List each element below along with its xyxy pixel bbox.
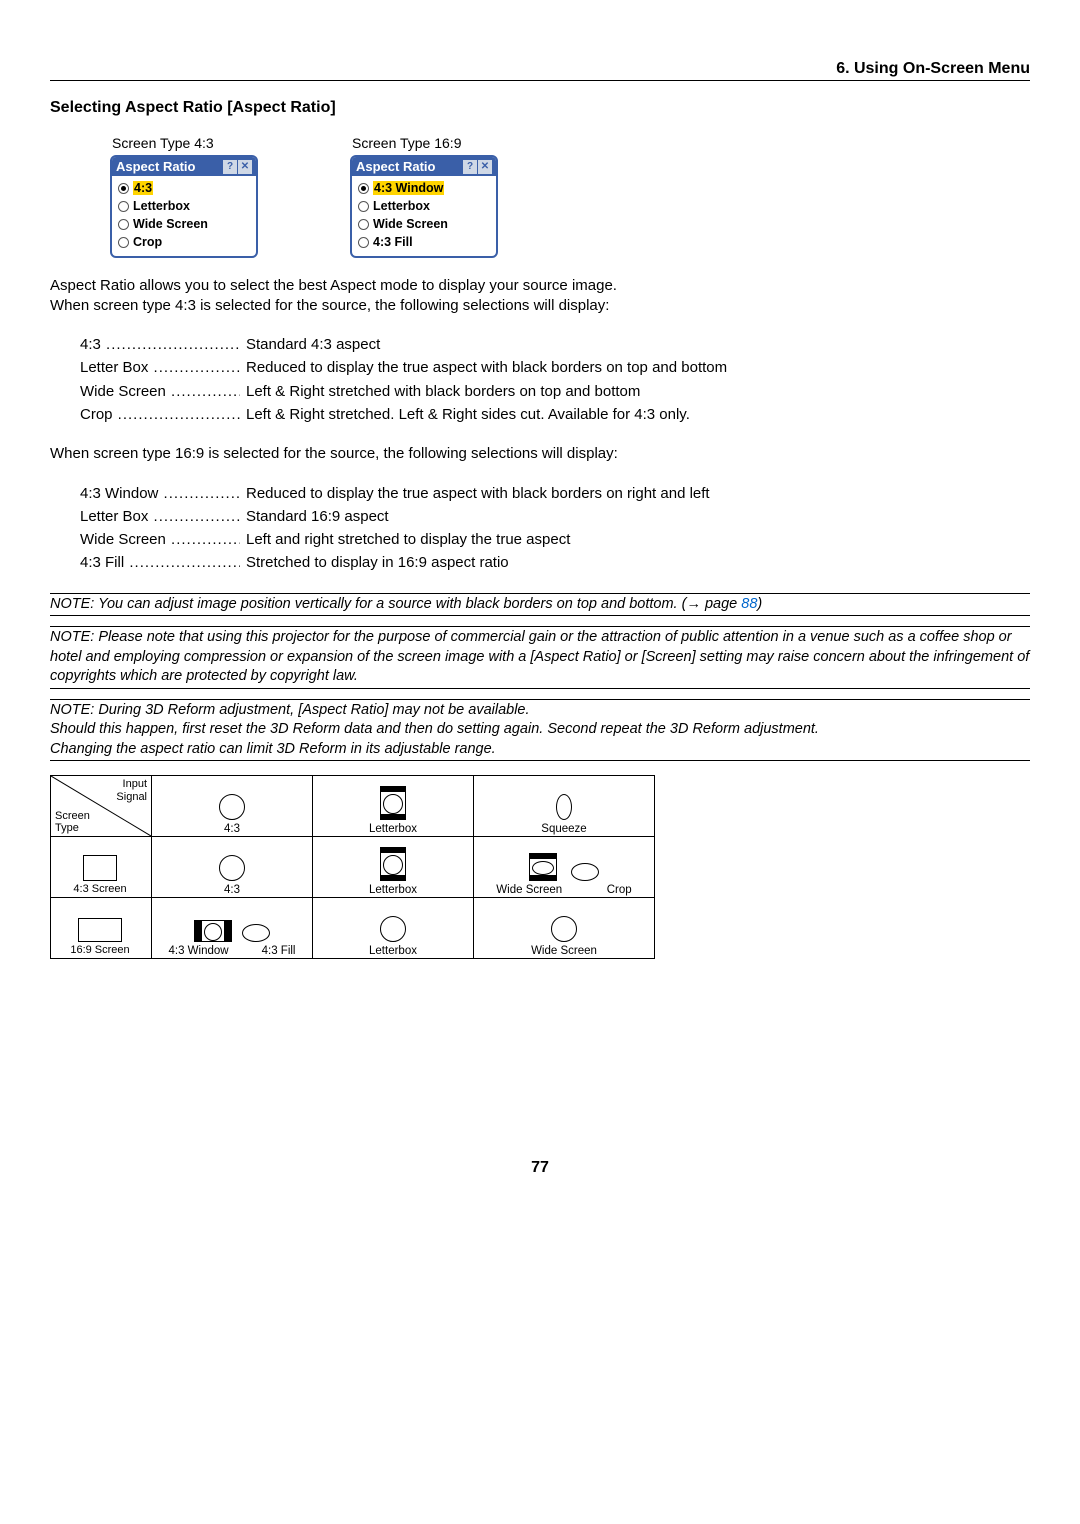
table-cell: Letterbox [313,837,473,897]
section-header: 6. Using On-Screen Menu [50,60,1030,81]
table-cell: 4:3 [152,837,312,897]
intro-text: Aspect Ratio allows you to select the be… [50,276,1030,315]
radio-option[interactable]: Letterbox [118,197,250,215]
radio-option[interactable]: 4:3 [118,179,250,197]
table-cell: Letterbox [313,898,473,958]
table-cell: Wide Screen Crop [474,837,654,897]
dialog-caption-43: Screen Type 4:3 [110,135,280,151]
definitions-169: 4:3 WindowReduced to display the true as… [80,482,1030,575]
close-icon[interactable]: ✕ [238,160,252,174]
col-header: 4:3 [152,776,312,836]
note-1: NOTE: You can adjust image position vert… [50,593,1030,617]
note-2: NOTE: Please note that using this projec… [50,626,1030,689]
page-subheader: Selecting Aspect Ratio [Aspect Ratio] [50,99,1030,117]
page-number: 77 [50,1159,1030,1177]
help-icon[interactable]: ? [223,160,237,174]
aspect-ratio-dialog-169: Aspect Ratio ? ✕ 4:3 Window Letterbox Wi… [350,155,498,258]
help-icon[interactable]: ? [463,160,477,174]
dialog-title-169: Aspect Ratio [356,159,435,174]
radio-option[interactable]: 4:3 Window [358,179,490,197]
close-icon[interactable]: ✕ [478,160,492,174]
note-3: NOTE: During 3D Reform adjustment, [Aspe… [50,699,1030,762]
radio-option[interactable]: Crop [118,233,250,251]
col-header: Squeeze [474,776,654,836]
aspect-ratio-dialogs: Screen Type 4:3 Aspect Ratio ? ✕ 4:3 Let… [110,135,1030,258]
radio-option[interactable]: 4:3 Fill [358,233,490,251]
definitions-43: 4:3Standard 4:3 aspect Letter BoxReduced… [80,333,1030,426]
radio-option[interactable]: Letterbox [358,197,490,215]
table-cell: 4:3 Window 4:3 Fill [152,898,312,958]
mid-text: When screen type 16:9 is selected for th… [50,444,1030,464]
radio-option[interactable]: Wide Screen [118,215,250,233]
row-header: 16:9 Screen [51,898,151,958]
dialog-title-43: Aspect Ratio [116,159,195,174]
aspect-ratio-table: Input Signal Screen Type 4:3 Letterbox S… [50,775,655,959]
table-corner: Input Signal Screen Type [51,776,151,836]
page-ref-link[interactable]: 88 [741,596,757,612]
table-cell: Wide Screen [474,898,654,958]
col-header: Letterbox [313,776,473,836]
row-header: 4:3 Screen [51,837,151,897]
dialog-caption-169: Screen Type 16:9 [350,135,520,151]
aspect-ratio-dialog-43: Aspect Ratio ? ✕ 4:3 Letterbox Wide Scre… [110,155,258,258]
radio-option[interactable]: Wide Screen [358,215,490,233]
